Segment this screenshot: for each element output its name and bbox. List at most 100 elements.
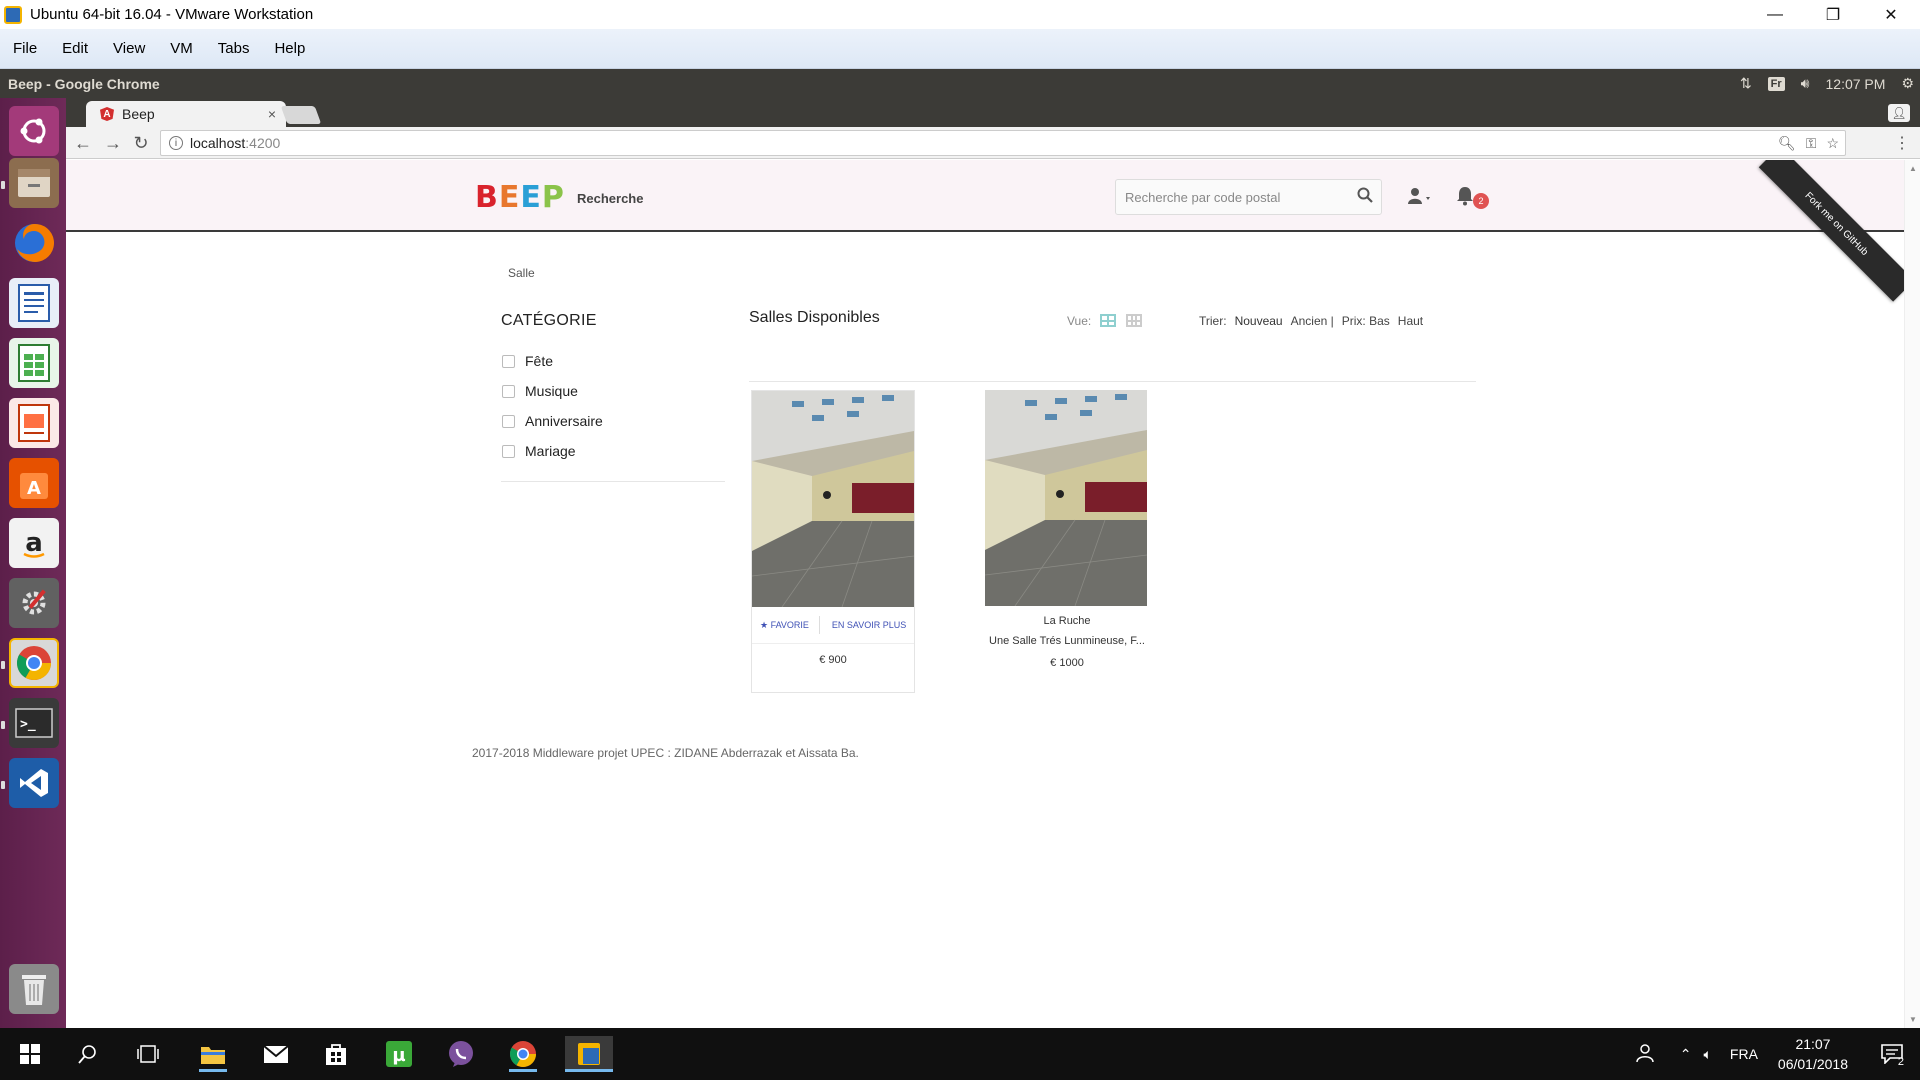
system-gear-icon[interactable]: ⚙ bbox=[1901, 75, 1914, 92]
back-icon[interactable]: ← bbox=[72, 132, 94, 154]
zoom-icon[interactable]: 🔍︎ bbox=[1778, 135, 1796, 152]
mail-icon[interactable] bbox=[258, 1036, 294, 1072]
menu-view[interactable]: View bbox=[113, 40, 145, 57]
card-actions: ★ FAVORIE EN SAVOIR PLUS bbox=[752, 607, 914, 644]
menu-vm[interactable]: VM bbox=[170, 40, 193, 57]
firefox-icon[interactable] bbox=[9, 218, 59, 268]
menu-edit[interactable]: Edit bbox=[62, 40, 88, 57]
volume-tray-icon[interactable]: 🔈︎ bbox=[1704, 1046, 1712, 1063]
tab-close-icon[interactable]: × bbox=[268, 106, 276, 122]
view-grid-large-icon[interactable] bbox=[1100, 314, 1116, 327]
notification-count: 2 bbox=[1897, 1056, 1904, 1068]
network-icon[interactable]: ⇅ bbox=[1740, 75, 1752, 92]
menu-help[interactable]: Help bbox=[274, 40, 305, 57]
tab-beep[interactable]: A Beep × bbox=[86, 101, 286, 127]
beep-logo[interactable]: BEEP bbox=[475, 180, 565, 215]
impress-icon[interactable] bbox=[9, 398, 59, 448]
scroll-down-icon[interactable]: ▼ bbox=[1909, 1015, 1917, 1024]
category-checkbox[interactable] bbox=[502, 414, 515, 428]
profile-icon[interactable]: 👤︎ bbox=[1888, 104, 1910, 122]
logo-letter: B bbox=[475, 180, 499, 215]
salle-price: € 900 bbox=[819, 654, 847, 666]
task-view-icon[interactable] bbox=[130, 1036, 166, 1072]
panel-clock[interactable]: 12:07 PM bbox=[1826, 76, 1886, 92]
close-button[interactable]: ✕ bbox=[1862, 0, 1920, 29]
vscode-icon[interactable] bbox=[9, 758, 59, 808]
notifications-button[interactable]: 2 bbox=[1456, 186, 1496, 210]
postal-search-input[interactable] bbox=[1125, 189, 1345, 205]
category-checkbox[interactable] bbox=[502, 384, 515, 398]
sort-ancien[interactable]: Ancien | bbox=[1291, 314, 1334, 328]
taskbar-clock[interactable]: 21:07 06/01/2018 bbox=[1778, 1034, 1848, 1074]
calc-icon[interactable] bbox=[9, 338, 59, 388]
system-settings-icon[interactable] bbox=[9, 578, 59, 628]
menu-tabs[interactable]: Tabs bbox=[218, 40, 250, 57]
view-grid-small-icon[interactable] bbox=[1126, 314, 1142, 327]
page-scrollbar[interactable]: ▲ ▼ bbox=[1904, 160, 1920, 1028]
salle-card[interactable]: ★ FAVORIE EN SAVOIR PLUS € 900 bbox=[751, 390, 915, 693]
ubuntu-dash-icon[interactable] bbox=[9, 106, 59, 156]
search-icon[interactable] bbox=[70, 1036, 106, 1072]
category-checkbox[interactable] bbox=[502, 444, 515, 458]
bell-icon bbox=[1456, 187, 1474, 210]
salle-photo[interactable] bbox=[985, 390, 1147, 606]
salle-name[interactable]: La Ruche bbox=[985, 615, 1149, 627]
address-bar[interactable]: i localhost:4200 🔍︎ ⚿ ☆ bbox=[160, 130, 1846, 156]
breadcrumb[interactable]: Salle bbox=[508, 266, 535, 280]
key-icon[interactable]: ⚿ bbox=[1806, 135, 1817, 152]
keyboard-layout-indicator[interactable]: Fr bbox=[1767, 76, 1785, 91]
salle-photo[interactable] bbox=[752, 391, 914, 607]
reload-icon[interactable]: ↻ bbox=[130, 132, 152, 154]
favorite-button[interactable]: ★ FAVORIE bbox=[760, 620, 809, 631]
store-icon[interactable] bbox=[318, 1036, 354, 1072]
volume-icon[interactable]: 🔊︎ bbox=[1801, 75, 1810, 92]
salles-title: Salles Disponibles bbox=[749, 309, 880, 326]
menu-file[interactable]: File bbox=[13, 40, 37, 57]
svg-text:µ: µ bbox=[392, 1045, 405, 1066]
search-icon[interactable] bbox=[1357, 187, 1373, 208]
forward-icon[interactable]: → bbox=[102, 132, 124, 154]
logo-letter: E bbox=[520, 180, 542, 215]
sort-prix-bas[interactable]: Prix: Bas bbox=[1342, 314, 1390, 328]
windows-start-icon[interactable] bbox=[12, 1036, 48, 1072]
chrome-taskbar-icon[interactable] bbox=[505, 1036, 541, 1072]
fork-me-ribbon[interactable]: Fork me on GitHub bbox=[1758, 160, 1904, 302]
viber-icon[interactable] bbox=[443, 1036, 479, 1072]
sort-nouveau[interactable]: Nouveau bbox=[1235, 314, 1283, 328]
url-port: :4200 bbox=[245, 135, 281, 151]
software-center-icon[interactable]: A bbox=[9, 458, 59, 508]
action-center-icon[interactable]: 2 bbox=[1874, 1036, 1910, 1072]
windows-taskbar: µ ⌃ 🔈︎ FRA 21:07 06/01/2018 2 bbox=[0, 1028, 1920, 1080]
category-item-fete[interactable]: Fête bbox=[502, 346, 603, 376]
files-icon[interactable] bbox=[9, 158, 59, 208]
writer-icon[interactable] bbox=[9, 278, 59, 328]
salle-card[interactable]: La Ruche Une Salle Trés Lunmineuse, F...… bbox=[985, 390, 1149, 669]
amazon-icon[interactable]: a bbox=[9, 518, 59, 568]
category-item-mariage[interactable]: Mariage bbox=[502, 436, 603, 466]
category-item-musique[interactable]: Musique bbox=[502, 376, 603, 406]
chrome-icon[interactable] bbox=[9, 638, 59, 688]
category-item-anniversaire[interactable]: Anniversaire bbox=[502, 406, 603, 436]
restore-button[interactable]: ❐ bbox=[1804, 0, 1862, 29]
people-icon[interactable] bbox=[1634, 1043, 1654, 1066]
more-info-button[interactable]: EN SAVOIR PLUS bbox=[832, 620, 906, 630]
category-checkbox[interactable] bbox=[502, 354, 515, 368]
info-icon[interactable]: i bbox=[169, 136, 183, 150]
utorrent-icon[interactable]: µ bbox=[381, 1036, 417, 1072]
tray-chevron-icon[interactable]: ⌃ bbox=[1680, 1046, 1692, 1063]
user-menu-button[interactable] bbox=[1408, 187, 1436, 207]
terminal-icon[interactable]: >_ bbox=[9, 698, 59, 748]
vmware-menu-bar: File Edit View VM Tabs Help bbox=[0, 29, 1920, 69]
trash-icon[interactable] bbox=[9, 964, 59, 1014]
scroll-up-icon[interactable]: ▲ bbox=[1909, 164, 1917, 173]
bookmark-star-icon[interactable]: ☆ bbox=[1826, 135, 1839, 152]
vmware-taskbar-icon[interactable] bbox=[565, 1036, 613, 1072]
chrome-menu-icon[interactable]: ⋮ bbox=[1894, 133, 1910, 153]
new-tab-button[interactable] bbox=[280, 106, 322, 124]
sort-haut[interactable]: Haut bbox=[1398, 314, 1423, 328]
file-explorer-icon[interactable] bbox=[195, 1036, 231, 1072]
nav-recherche-link[interactable]: Recherche bbox=[577, 191, 643, 206]
language-indicator[interactable]: FRA bbox=[1730, 1046, 1758, 1062]
minimize-button[interactable]: — bbox=[1746, 0, 1804, 29]
vmware-app-icon bbox=[4, 5, 22, 24]
